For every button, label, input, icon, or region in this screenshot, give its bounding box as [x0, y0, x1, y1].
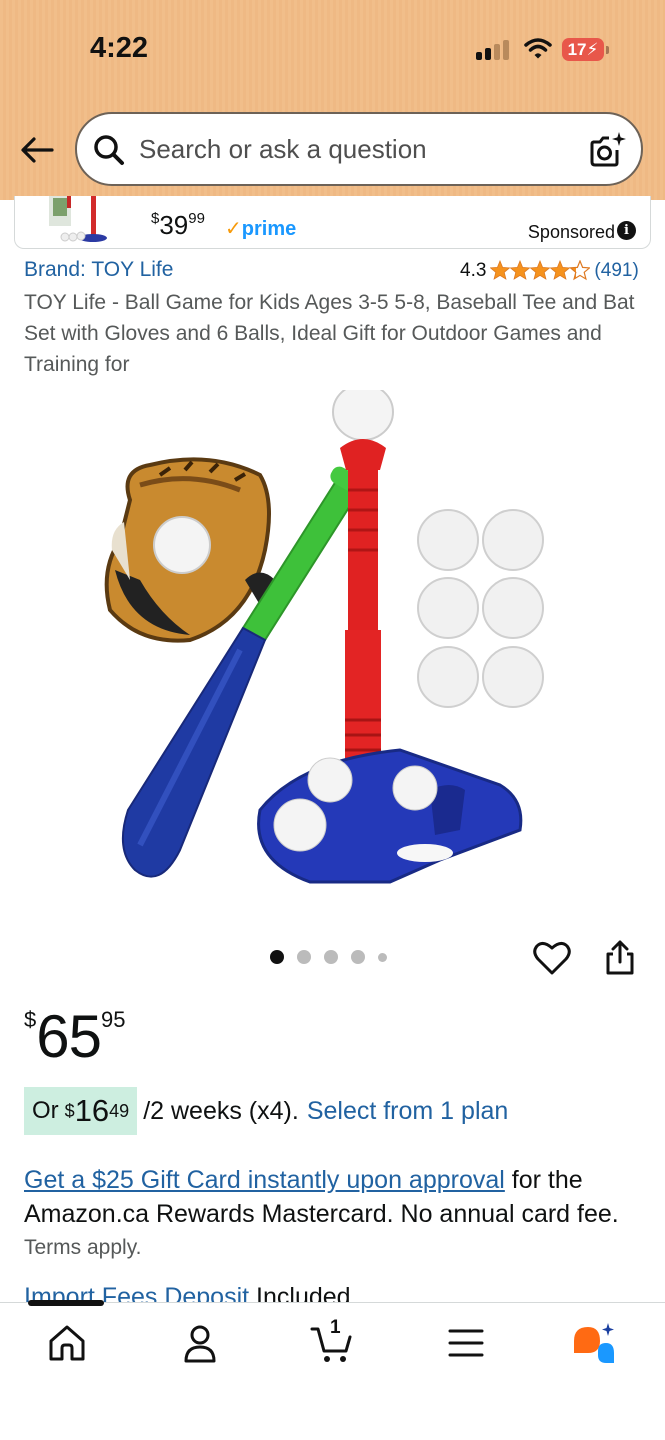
battery-level: 17: [567, 40, 587, 59]
product-image[interactable]: [100, 390, 570, 900]
price-whole: 65: [36, 1003, 102, 1070]
camera-lens-icon[interactable]: [587, 130, 627, 170]
share-icon[interactable]: [600, 938, 640, 978]
brand-link[interactable]: Brand: TOY Life: [24, 258, 173, 282]
installment-fraction: 49: [109, 1100, 130, 1121]
menu-icon[interactable]: [444, 1321, 488, 1365]
status-time: 4:22: [90, 32, 149, 64]
signal-icon: [476, 40, 510, 60]
account-icon[interactable]: [178, 1321, 222, 1365]
sponsored-price-fraction: 99: [188, 210, 205, 227]
carousel-dot[interactable]: [297, 950, 311, 964]
import-fees-text: Included: [249, 1283, 351, 1304]
price-currency: $: [24, 1007, 37, 1032]
sponsored-price-whole: 39: [159, 210, 189, 240]
sponsored-label: Sponsored: [527, 222, 615, 242]
balls-illustration: [417, 509, 544, 708]
battery-indicator: 17⚡: [562, 38, 609, 61]
rufus-icon[interactable]: [572, 1321, 616, 1365]
base-illustration: [257, 748, 523, 884]
back-arrow-icon[interactable]: [18, 130, 58, 170]
installment-row: Or $16 49 /2 weeks (x4). Select from 1 pl…: [24, 1087, 508, 1135]
product-title[interactable]: TOY Life - Ball Game for Kids Ages 3-5 5…: [24, 287, 644, 380]
prime-label: prime: [241, 218, 297, 240]
gift-card-offer-link[interactable]: Get a $25 Gift Card instantly upon appro…: [24, 1166, 505, 1194]
select-plan-link[interactable]: Select from 1 plan: [307, 1097, 509, 1126]
carousel-dot[interactable]: [270, 950, 284, 964]
wifi-icon: [524, 38, 552, 59]
rating-count[interactable]: (491): [594, 260, 638, 282]
image-carousel-dots[interactable]: [270, 950, 387, 964]
search-icon: [94, 135, 124, 165]
card-offer: Get a $25 Gift Card instantly upon appro…: [24, 1163, 644, 1231]
installment-term: /2 weeks (x4).: [143, 1096, 299, 1125]
home-icon[interactable]: [45, 1321, 89, 1365]
active-tab-indicator: [28, 1300, 104, 1306]
star-rating-icon: [490, 260, 591, 280]
glove-illustration: [104, 457, 275, 643]
installment-badge: Or $16 49: [24, 1087, 138, 1135]
sponsored-product-thumbnail: [49, 196, 107, 242]
terms-text: Terms apply.: [24, 1236, 142, 1259]
sponsored-price: $3999: [151, 210, 205, 241]
cart-count: 1: [330, 1317, 341, 1338]
charging-bolt-icon: ⚡: [586, 40, 599, 59]
price: $6595: [24, 1002, 125, 1071]
prime-check-icon: ✓: [225, 218, 242, 240]
installment-whole: 16: [74, 1093, 110, 1128]
carousel-dot[interactable]: [378, 952, 387, 962]
heart-icon[interactable]: [532, 938, 572, 978]
carousel-dot[interactable]: [324, 950, 338, 964]
bottom-navigation: 1: [0, 1300, 665, 1440]
rating-value: 4.3: [460, 260, 487, 281]
info-icon[interactable]: i: [617, 221, 636, 240]
installment-prefix: Or: [32, 1097, 59, 1124]
installment-currency: $: [64, 1100, 75, 1121]
prime-badge: ✓prime: [225, 216, 296, 241]
sponsored-product-card[interactable]: $3999 ✓prime Sponsored i: [14, 196, 651, 249]
search-input[interactable]: [139, 126, 569, 172]
search-bar[interactable]: [75, 112, 643, 186]
price-fraction: 95: [101, 1007, 126, 1032]
carousel-dot[interactable]: [351, 950, 365, 964]
rating-summary[interactable]: 4.3 (491): [460, 258, 639, 284]
header: 4:22 17⚡: [0, 0, 665, 200]
